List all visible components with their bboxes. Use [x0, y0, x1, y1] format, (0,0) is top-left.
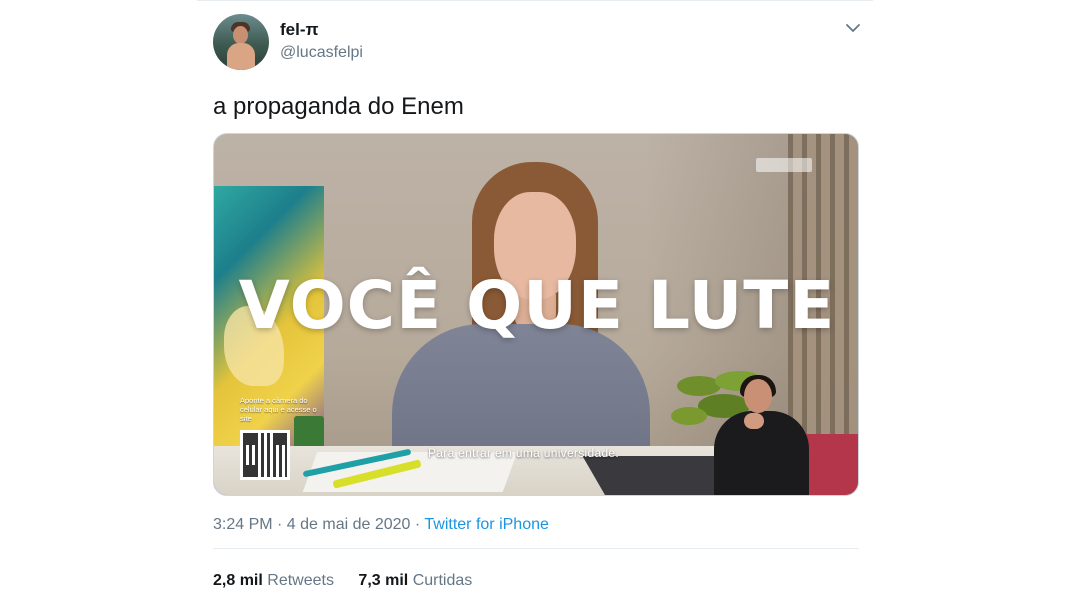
avatar-body [227, 43, 255, 70]
tweet-meta: 3:24 PM · 4 de mai de 2020 · Twitter for… [213, 516, 549, 534]
interpreter-hand [744, 413, 764, 429]
retweets-stat[interactable]: 2,8 mil Retweets [213, 572, 334, 589]
interpreter-head [744, 379, 772, 413]
retweets-label: Retweets [267, 572, 334, 589]
video-overlay-title: VOCÊ QUE LUTE [238, 267, 836, 344]
video-media[interactable]: Aponte a câmera do celular aqui e acesse… [213, 133, 859, 496]
meta-separator: · [410, 516, 425, 533]
qr-instructions: Aponte a câmera do celular aqui e acesse… [240, 396, 317, 423]
user-handle[interactable]: @lucasfelpi [280, 44, 363, 62]
tweet-card: fel-π @lucasfelpi a propaganda do Enem A… [197, 0, 873, 601]
sign-language-interpreter [714, 375, 809, 495]
stats-divider [213, 548, 859, 549]
qr-pattern [243, 433, 287, 477]
likes-label: Curtidas [412, 572, 473, 589]
chevron-down-icon[interactable] [843, 18, 863, 38]
engagement-stats: 2,8 mil Retweets 7,3 mil Curtidas [213, 572, 492, 590]
video-subtitle: Para entrar em uma universidade. [428, 446, 620, 460]
tweet-text: a propaganda do Enem [213, 93, 464, 120]
display-name[interactable]: fel-π [280, 20, 319, 40]
likes-stat[interactable]: 7,3 mil Curtidas [358, 572, 472, 589]
broadcaster-logo [756, 158, 812, 172]
avatar[interactable] [213, 14, 269, 70]
tweet-source-link[interactable]: Twitter for iPhone [424, 516, 549, 533]
avatar-head [233, 26, 248, 44]
qr-code [240, 430, 290, 480]
likes-count: 7,3 mil [358, 572, 409, 589]
tweet-timestamp[interactable]: 3:24 PM · 4 de mai de 2020 [213, 516, 410, 533]
retweets-count: 2,8 mil [213, 572, 263, 589]
